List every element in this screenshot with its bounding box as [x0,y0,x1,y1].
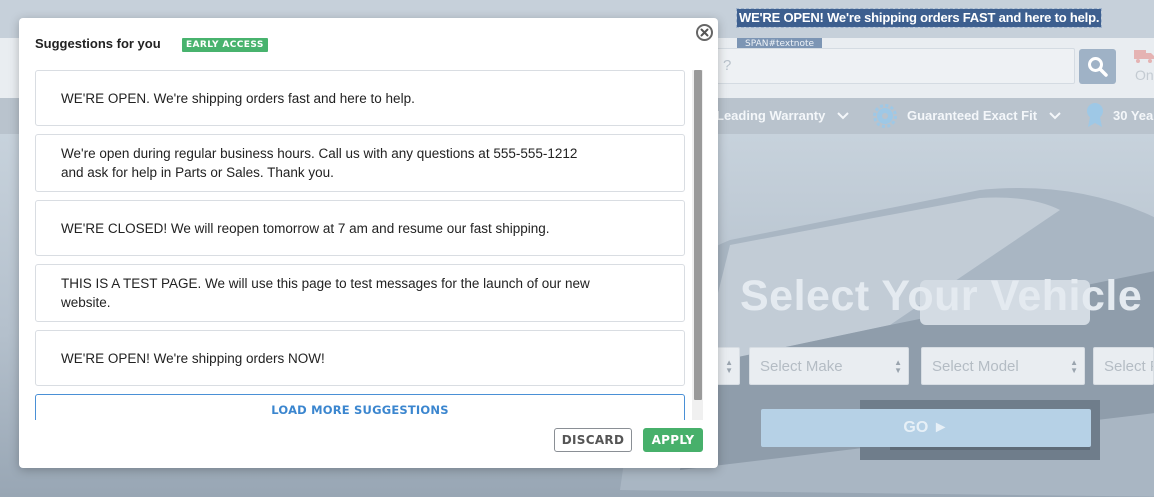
discard-button[interactable]: DISCARD [554,428,632,452]
suggestion-text: We're open during regular business hours… [61,146,578,180]
select-arrows-icon: ▲ ▼ [1070,358,1078,375]
suggestion-card[interactable]: THIS IS A TEST PAGE. We will use this pa… [35,264,685,322]
search-icon [1088,57,1108,77]
nav-item-exact-fit[interactable]: Guaranteed Exact Fit [907,98,1061,134]
suggestion-text: THIS IS A TEST PAGE. We will use this pa… [61,276,590,310]
suggestion-card[interactable]: WE'RE OPEN. We're shipping orders fast a… [35,70,685,126]
select-part-label: Select P [1104,358,1153,375]
load-more-button[interactable]: LOAD MORE SUGGESTIONS [35,394,685,420]
nav-item-warranty[interactable]: Leading Warranty [716,98,849,134]
select-make[interactable]: Select Make ▲ ▼ [749,347,909,385]
select-arrows-icon: ▲ ▼ [894,358,902,375]
select-model-label: Select Model [932,358,1019,375]
hero-title: Select Your Vehicle [740,272,1143,320]
nav-item-label: Leading Warranty [716,108,826,123]
suggestion-text: WE'RE CLOSED! We will reopen tomorrow at… [61,220,550,236]
gear-icon [873,104,897,128]
shipping-label: On [1135,67,1154,83]
truck-icon [1134,50,1154,63]
scrollbar[interactable] [692,70,703,420]
suggestion-card[interactable]: WE'RE CLOSED! We will reopen tomorrow at… [35,200,685,256]
nav-item-label: Guaranteed Exact Fit [907,108,1038,123]
select-make-label: Select Make [760,358,843,375]
chevron-down-icon [837,112,849,120]
medal-icon [1087,103,1103,127]
early-access-badge: EARLY ACCESS [182,38,268,52]
site-search-button[interactable] [1079,49,1116,84]
suggestion-text: WE'RE OPEN! We're shipping orders NOW! [61,350,325,366]
highlighted-textnote[interactable]: WE'RE OPEN! We're shipping orders FAST a… [735,8,1103,28]
chevron-down-icon [1048,112,1061,120]
scrollbar-thumb[interactable] [694,70,702,400]
site-search-input[interactable]: ? [700,48,1075,84]
suggestion-text: WE'RE OPEN. We're shipping orders fast a… [61,90,415,106]
modal-title: Suggestions for you [35,36,161,51]
select-arrows-icon: ▲ ▼ [725,358,733,375]
suggestions-list: WE'RE OPEN. We're shipping orders fast a… [35,70,703,420]
nav-item-label: 30 Year [1113,108,1154,123]
suggestion-card[interactable]: We're open during regular business hours… [35,134,685,192]
suggestions-modal: Suggestions for you EARLY ACCESS WE'RE O… [19,18,718,468]
go-button[interactable]: GO ► [761,409,1091,447]
suggestion-card[interactable]: WE'RE OPEN! We're shipping orders NOW! [35,330,685,386]
close-icon[interactable] [696,24,713,41]
nav-item-30-year[interactable]: 30 Year [1113,98,1154,134]
select-model[interactable]: Select Model ▲ ▼ [921,347,1085,385]
select-part[interactable]: Select P [1093,347,1154,385]
apply-button[interactable]: APPLY [643,428,703,452]
